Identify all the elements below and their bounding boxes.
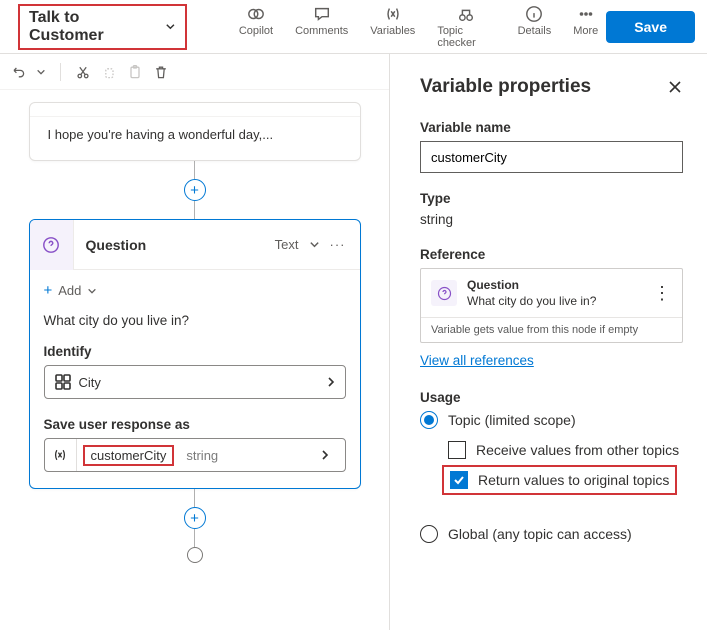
question-title: Question bbox=[86, 237, 147, 253]
connector bbox=[194, 529, 195, 547]
type-value: string bbox=[420, 212, 683, 227]
chevron-down-icon[interactable] bbox=[309, 239, 320, 250]
copilot-label: Copilot bbox=[239, 25, 273, 37]
checkbox-checked-icon bbox=[450, 471, 468, 489]
variables-label: Variables bbox=[370, 25, 415, 37]
more-label: More bbox=[573, 25, 598, 37]
chevron-right-icon bbox=[327, 376, 335, 388]
panel-title: Variable properties bbox=[420, 76, 591, 98]
details-label: Details bbox=[518, 25, 552, 37]
comments-tool[interactable]: Comments bbox=[295, 5, 348, 49]
entity-icon bbox=[55, 374, 71, 390]
usage-topic-radio[interactable]: Topic (limited scope) bbox=[420, 411, 683, 429]
topic-checker-icon bbox=[457, 5, 475, 23]
copilot-tool[interactable]: Copilot bbox=[239, 5, 273, 49]
undo-chevron-icon[interactable] bbox=[36, 64, 46, 80]
usage-global-label: Global (any topic can access) bbox=[448, 526, 632, 542]
save-button[interactable]: Save bbox=[606, 11, 695, 43]
message-node[interactable]: I hope you're having a wonderful day,... bbox=[29, 102, 361, 161]
save-response-label: Save user response as bbox=[44, 417, 346, 438]
reference-card[interactable]: Question What city do you live in? ⋮ Var… bbox=[420, 268, 683, 343]
usage-global-radio[interactable]: Global (any topic can access) bbox=[420, 525, 683, 543]
topic-name-dropdown[interactable]: Talk to Customer bbox=[18, 4, 187, 50]
question-type-tag: Text bbox=[275, 237, 299, 252]
radio-icon bbox=[420, 411, 438, 429]
save-response-field[interactable]: customerCity string bbox=[44, 438, 346, 472]
add-node-button[interactable]: + bbox=[184, 507, 206, 529]
ref-title: Question bbox=[467, 277, 596, 293]
return-values-checkbox[interactable]: Return values to original topics bbox=[450, 471, 669, 489]
add-button[interactable]: + Add bbox=[44, 280, 346, 309]
variable-name-value: customerCity bbox=[83, 445, 175, 466]
chevron-down-icon bbox=[165, 21, 176, 32]
radio-icon bbox=[420, 525, 438, 543]
ref-subtitle: What city do you live in? bbox=[467, 293, 596, 309]
question-icon bbox=[431, 280, 457, 306]
more-tool[interactable]: More bbox=[573, 5, 598, 49]
chevron-down-icon bbox=[87, 286, 97, 296]
variable-icon bbox=[45, 439, 77, 471]
connector bbox=[194, 161, 195, 179]
receive-values-label: Receive values from other topics bbox=[476, 442, 679, 458]
cut-icon[interactable] bbox=[75, 64, 91, 80]
checkbox-icon bbox=[448, 441, 466, 459]
copilot-icon bbox=[247, 5, 265, 23]
usage-topic-label: Topic (limited scope) bbox=[448, 412, 576, 428]
question-prompt: What city do you live in? bbox=[44, 309, 346, 344]
reference-label: Reference bbox=[420, 247, 683, 262]
type-label: Type bbox=[420, 191, 683, 206]
topic-name-text: Talk to Customer bbox=[29, 9, 155, 45]
separator bbox=[60, 63, 61, 81]
canvas-toolbar bbox=[0, 54, 389, 90]
comment-icon bbox=[313, 5, 331, 23]
add-node-button[interactable]: + bbox=[184, 179, 206, 201]
ref-more-icon[interactable]: ⋮ bbox=[653, 283, 672, 304]
comments-label: Comments bbox=[295, 25, 348, 37]
add-label: Add bbox=[58, 283, 81, 298]
receive-values-checkbox[interactable]: Receive values from other topics bbox=[448, 441, 683, 459]
connector bbox=[194, 201, 195, 219]
variables-tool[interactable]: Variables bbox=[370, 5, 415, 49]
identify-label: Identify bbox=[44, 344, 346, 365]
var-name-label: Variable name bbox=[420, 120, 683, 135]
var-name-input[interactable] bbox=[420, 141, 683, 173]
topic-checker-label: Topic checker bbox=[437, 25, 495, 49]
topic-checker-tool[interactable]: Topic checker bbox=[437, 5, 495, 49]
chevron-right-icon bbox=[321, 449, 329, 461]
question-icon bbox=[30, 220, 74, 270]
usage-label: Usage bbox=[420, 390, 683, 405]
close-icon[interactable] bbox=[667, 79, 683, 95]
connector bbox=[194, 489, 195, 507]
variable-properties-panel: Variable properties Variable name Type s… bbox=[390, 54, 707, 630]
variables-icon bbox=[384, 5, 402, 23]
details-tool[interactable]: Details bbox=[518, 5, 552, 49]
message-text: I hope you're having a wonderful day,... bbox=[48, 127, 342, 142]
undo-icon[interactable] bbox=[10, 64, 26, 80]
paste-icon[interactable] bbox=[127, 64, 143, 80]
end-node bbox=[187, 547, 203, 563]
info-icon bbox=[525, 5, 543, 23]
copy-icon[interactable] bbox=[101, 64, 117, 80]
identify-value: City bbox=[79, 375, 101, 390]
variable-type-value: string bbox=[186, 448, 218, 463]
node-more-icon[interactable]: ··· bbox=[330, 237, 346, 252]
identify-field[interactable]: City bbox=[44, 365, 346, 399]
authoring-canvas: I hope you're having a wonderful day,...… bbox=[0, 54, 390, 630]
delete-icon[interactable] bbox=[153, 64, 169, 80]
return-values-label: Return values to original topics bbox=[478, 472, 669, 488]
more-icon bbox=[577, 5, 595, 23]
view-all-references-link[interactable]: View all references bbox=[420, 353, 534, 368]
question-node[interactable]: Question Text ··· + Add What city do you… bbox=[29, 219, 361, 489]
ref-note: Variable gets value from this node if em… bbox=[421, 317, 682, 342]
